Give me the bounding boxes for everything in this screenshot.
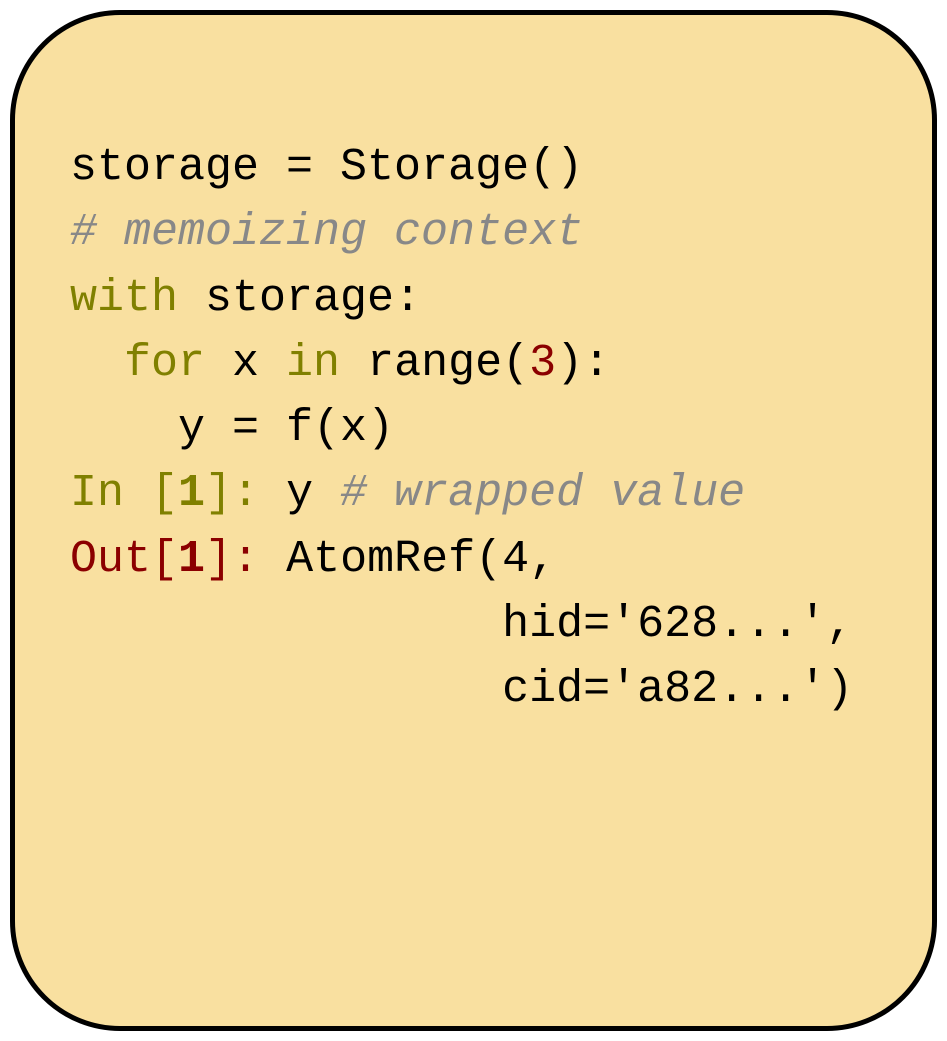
in-code: y — [259, 468, 340, 519]
code-text: storage: — [178, 273, 421, 324]
code-line-1: storage = Storage() — [70, 135, 882, 200]
in-prompt-label: In [ — [70, 468, 178, 519]
out-text: AtomRef(4, — [259, 534, 556, 585]
comment-text: # memoizing context — [70, 207, 583, 258]
code-snippet-box: storage = Storage() # memoizing context … — [10, 10, 937, 1031]
out-prompt-number: 1 — [178, 534, 205, 585]
repl-out-line-2: hid='628...', — [70, 592, 882, 657]
repl-out-line-1: Out[1]: AtomRef(4, — [70, 527, 882, 592]
code-line-body: y = f(x) — [70, 396, 882, 461]
in-comment: # wrapped value — [340, 468, 745, 519]
code-line-for: for x in range(3): — [70, 331, 882, 396]
code-text: range( — [340, 338, 529, 389]
code-text: ): — [556, 338, 610, 389]
in-prompt-close: ]: — [205, 468, 259, 519]
code-line-with: with storage: — [70, 266, 882, 331]
comment-line-1: # memoizing context — [70, 200, 882, 265]
in-prompt-number: 1 — [178, 468, 205, 519]
number-literal: 3 — [529, 338, 556, 389]
keyword-with: with — [70, 273, 178, 324]
out-prompt-label: Out[ — [70, 534, 178, 585]
repl-in-line: In [1]: y # wrapped value — [70, 461, 882, 526]
keyword-in: in — [286, 338, 340, 389]
code-text: x — [205, 338, 286, 389]
repl-out-line-3: cid='a82...') — [70, 657, 882, 722]
out-prompt-close: ]: — [205, 534, 259, 585]
keyword-for: for — [124, 338, 205, 389]
indent — [70, 338, 124, 389]
